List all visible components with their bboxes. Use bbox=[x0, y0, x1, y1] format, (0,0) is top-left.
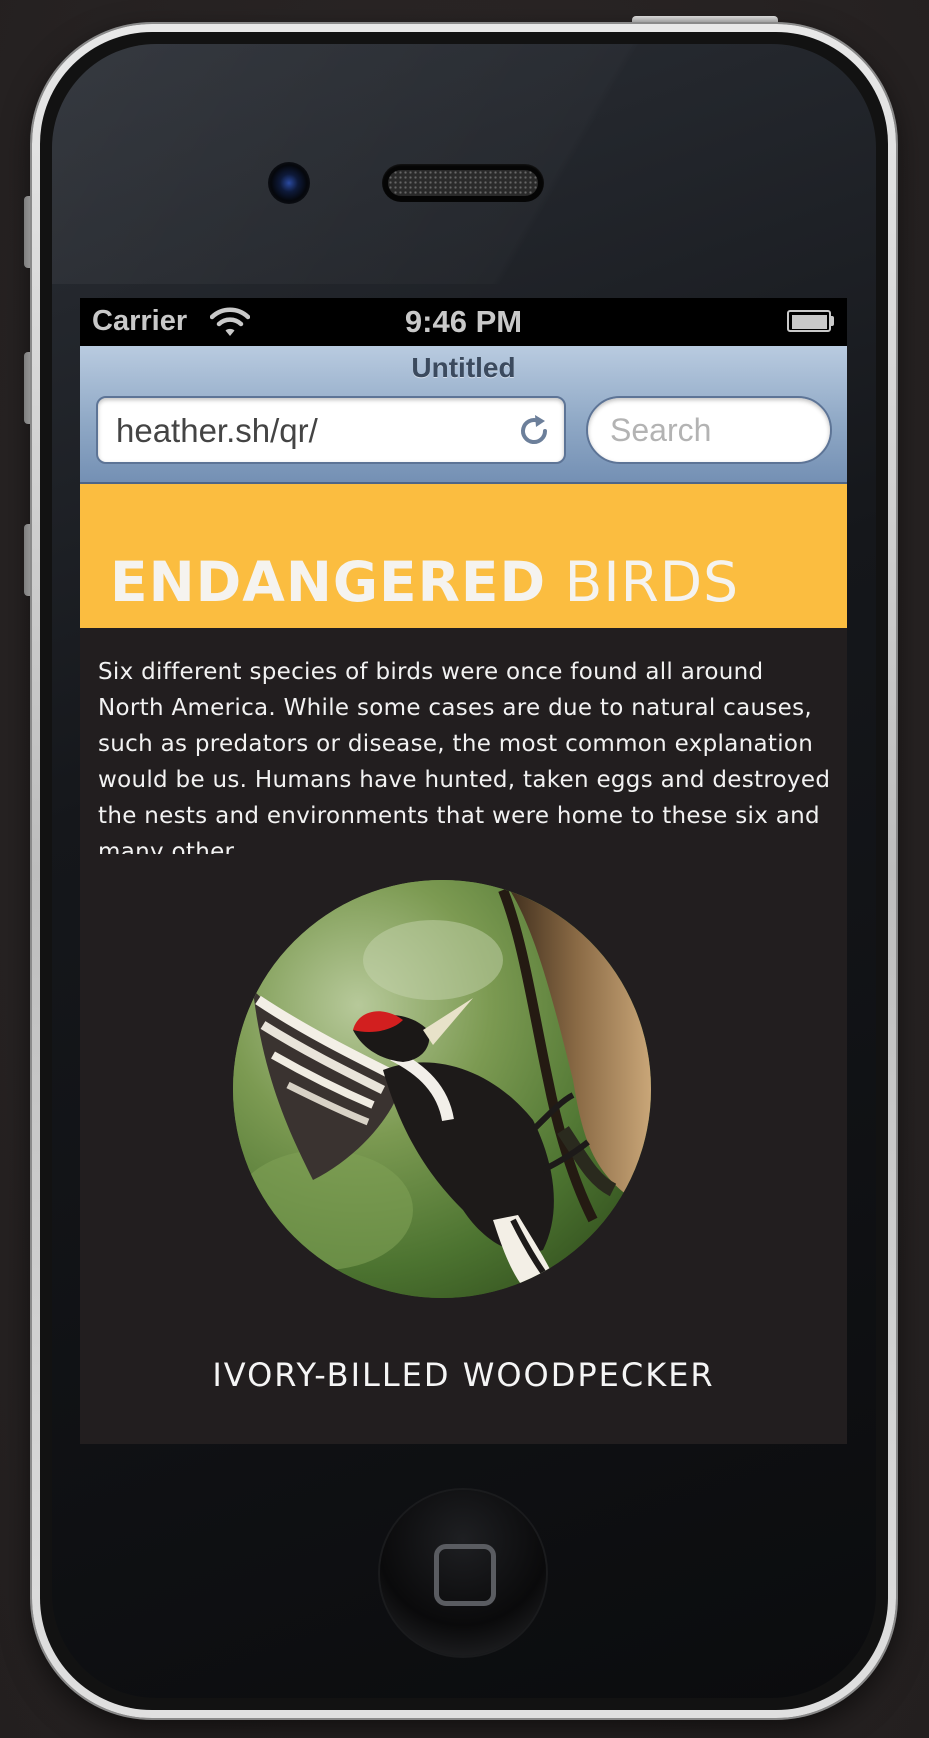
hero-title: ENDANGERED BIRDS bbox=[110, 550, 739, 614]
search-placeholder: Search bbox=[610, 412, 712, 448]
browser-page-title: Untitled bbox=[411, 352, 516, 383]
device-mockup: Carrier 9:46 PM Untitled heather.sh/qr/ bbox=[0, 0, 929, 1738]
url-text: heather.sh/qr/ bbox=[116, 412, 318, 449]
screen: Carrier 9:46 PM Untitled heather.sh/qr/ bbox=[80, 298, 847, 1444]
hero-title-bold: ENDANGERED bbox=[110, 550, 547, 614]
bird-photo bbox=[233, 880, 651, 1298]
clock: 9:46 PM bbox=[404, 304, 523, 339]
search-input[interactable]: Search bbox=[586, 396, 832, 464]
address-bar[interactable]: heather.sh/qr/ bbox=[96, 396, 566, 464]
front-camera bbox=[268, 162, 310, 204]
bird-caption: IVORY-BILLED WOODPECKER bbox=[212, 1356, 715, 1394]
home-button[interactable] bbox=[380, 1490, 546, 1656]
earpiece-speaker bbox=[382, 164, 544, 202]
battery-icon bbox=[787, 310, 835, 332]
status-bar: Carrier 9:46 PM bbox=[80, 298, 847, 346]
browser-toolbar: Untitled heather.sh/qr/ Search bbox=[80, 346, 847, 484]
hero-title-light: BIRDS bbox=[564, 550, 740, 614]
home-square-icon bbox=[434, 1544, 496, 1606]
hero-banner: ENDANGERED BIRDS bbox=[80, 484, 847, 628]
speaker-grill bbox=[388, 170, 538, 196]
woodpecker-illustration bbox=[233, 880, 651, 1298]
reload-icon[interactable] bbox=[516, 413, 552, 449]
intro-paragraph: Six different species of birds were once… bbox=[98, 659, 831, 854]
